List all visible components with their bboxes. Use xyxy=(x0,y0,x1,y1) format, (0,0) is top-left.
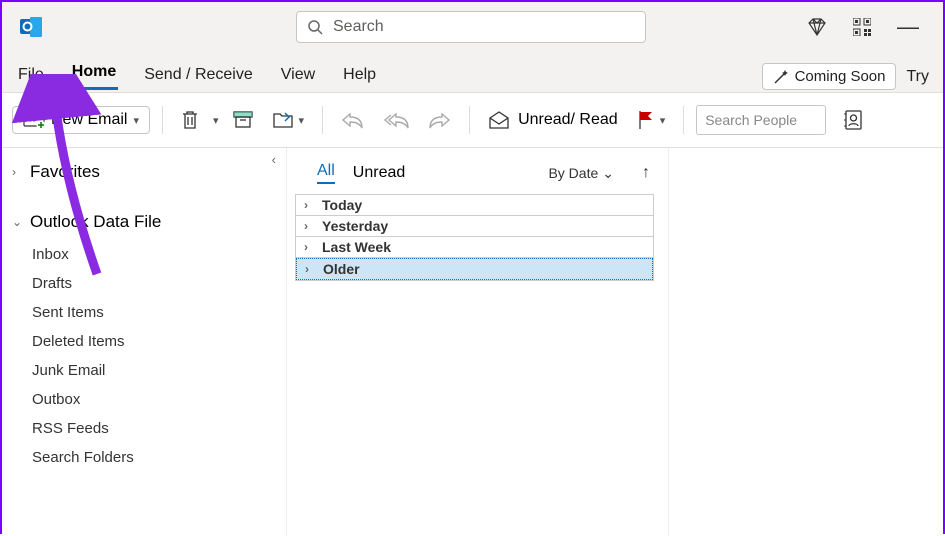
search-placeholder: Search xyxy=(333,18,384,36)
new-email-label: New Email xyxy=(51,111,127,129)
tab-unread[interactable]: Unread xyxy=(353,164,405,182)
chevron-right-icon: › xyxy=(12,165,26,179)
unread-read-button[interactable]: Unread/ Read xyxy=(482,106,624,134)
move-folder-icon xyxy=(273,111,293,129)
coming-soon-label: Coming Soon xyxy=(795,68,886,85)
reading-pane xyxy=(669,148,943,536)
flag-icon xyxy=(638,110,654,130)
wand-icon xyxy=(773,69,789,85)
chevron-right-icon: › xyxy=(305,262,319,276)
menu-try[interactable]: Try xyxy=(906,68,929,86)
chevron-down-icon: ⌄ xyxy=(12,215,26,229)
folder-inbox[interactable]: Inbox xyxy=(2,240,286,269)
archive-button[interactable] xyxy=(227,107,259,133)
data-file-header[interactable]: ⌄ Outlook Data File xyxy=(2,204,286,240)
favorites-label: Favorites xyxy=(30,162,100,182)
by-date-label: By Date xyxy=(548,165,598,181)
title-bar: Search — xyxy=(2,2,943,52)
search-people-input[interactable]: Search People xyxy=(696,105,826,135)
tab-all[interactable]: All xyxy=(317,162,335,184)
delete-dropdown[interactable]: ▾ xyxy=(213,114,219,127)
chevron-right-icon: › xyxy=(304,240,318,254)
folder-drafts[interactable]: Drafts xyxy=(2,269,286,298)
coming-soon-button[interactable]: Coming Soon xyxy=(762,63,897,90)
flag-button[interactable]: ▾ xyxy=(632,106,672,134)
chevron-down-icon[interactable]: ▾ xyxy=(660,114,666,127)
envelope-open-icon xyxy=(488,110,510,130)
folder-search[interactable]: Search Folders xyxy=(2,443,286,472)
outlook-logo-icon xyxy=(18,13,46,41)
group-label: Last Week xyxy=(322,239,391,255)
menu-bar: File Home Send / Receive View Help Comin… xyxy=(2,52,943,92)
forward-button[interactable] xyxy=(423,111,457,129)
chevron-down-icon[interactable]: ▾ xyxy=(299,114,305,127)
move-button[interactable]: ▾ xyxy=(267,107,311,133)
chevron-right-icon: › xyxy=(304,198,318,212)
folder-junk[interactable]: Junk Email xyxy=(2,356,286,385)
sort-by-date[interactable]: By Date ⌄ xyxy=(548,165,614,182)
folder-sent[interactable]: Sent Items xyxy=(2,298,286,327)
sort-direction-button[interactable]: ↑ xyxy=(642,164,650,182)
chevron-down-icon: ⌄ xyxy=(602,165,614,182)
address-book-icon xyxy=(844,110,862,130)
group-label: Yesterday xyxy=(322,218,388,234)
menu-send-receive[interactable]: Send / Receive xyxy=(142,62,255,90)
qr-code-icon[interactable] xyxy=(853,18,871,36)
divider xyxy=(683,106,684,134)
favorites-header[interactable]: › Favorites xyxy=(2,154,286,190)
group-today[interactable]: › Today xyxy=(296,195,653,216)
premium-diamond-icon[interactable] xyxy=(807,18,827,36)
menu-help[interactable]: Help xyxy=(341,62,378,90)
trash-icon xyxy=(181,110,199,130)
group-older[interactable]: › Older xyxy=(296,258,653,280)
chevron-right-icon: › xyxy=(304,219,318,233)
new-email-button[interactable]: New Email ▾ xyxy=(12,106,150,134)
new-email-icon xyxy=(23,111,45,129)
window-minimize-button[interactable]: — xyxy=(897,16,919,38)
divider xyxy=(469,106,470,134)
menu-file[interactable]: File xyxy=(16,62,46,90)
chevron-down-icon[interactable]: ▾ xyxy=(133,114,139,127)
search-icon xyxy=(307,19,323,35)
search-people-placeholder: Search People xyxy=(705,112,797,128)
menu-home[interactable]: Home xyxy=(70,59,118,90)
archive-icon xyxy=(233,111,253,129)
main-area: ‹ › Favorites ⌄ Outlook Data File Inbox … xyxy=(2,148,943,536)
divider xyxy=(162,106,163,134)
folder-rss[interactable]: RSS Feeds xyxy=(2,414,286,443)
message-list-pane: All Unread By Date ⌄ ↑ › Today › Yesterd… xyxy=(287,148,669,536)
unread-read-label: Unread/ Read xyxy=(518,111,618,129)
folder-deleted[interactable]: Deleted Items xyxy=(2,327,286,356)
group-label: Today xyxy=(322,197,362,213)
group-yesterday[interactable]: › Yesterday xyxy=(296,216,653,237)
address-book-button[interactable] xyxy=(838,106,868,134)
delete-button[interactable] xyxy=(175,106,205,134)
ribbon: New Email ▾ ▾ ▾ Unread/ Read xyxy=(2,92,943,148)
reply-button[interactable] xyxy=(335,111,369,129)
reply-all-button[interactable] xyxy=(377,111,415,129)
data-file-label: Outlook Data File xyxy=(30,212,161,232)
folder-outbox[interactable]: Outbox xyxy=(2,385,286,414)
divider xyxy=(322,106,323,134)
list-header: All Unread By Date ⌄ ↑ xyxy=(287,148,668,190)
folder-pane: ‹ › Favorites ⌄ Outlook Data File Inbox … xyxy=(2,148,287,536)
menu-view[interactable]: View xyxy=(279,62,317,90)
group-label: Older xyxy=(323,261,360,277)
message-groups: › Today › Yesterday › Last Week › Older xyxy=(295,194,654,281)
group-last-week[interactable]: › Last Week xyxy=(296,237,653,258)
search-box[interactable]: Search xyxy=(296,11,646,43)
collapse-pane-button[interactable]: ‹ xyxy=(272,152,276,167)
